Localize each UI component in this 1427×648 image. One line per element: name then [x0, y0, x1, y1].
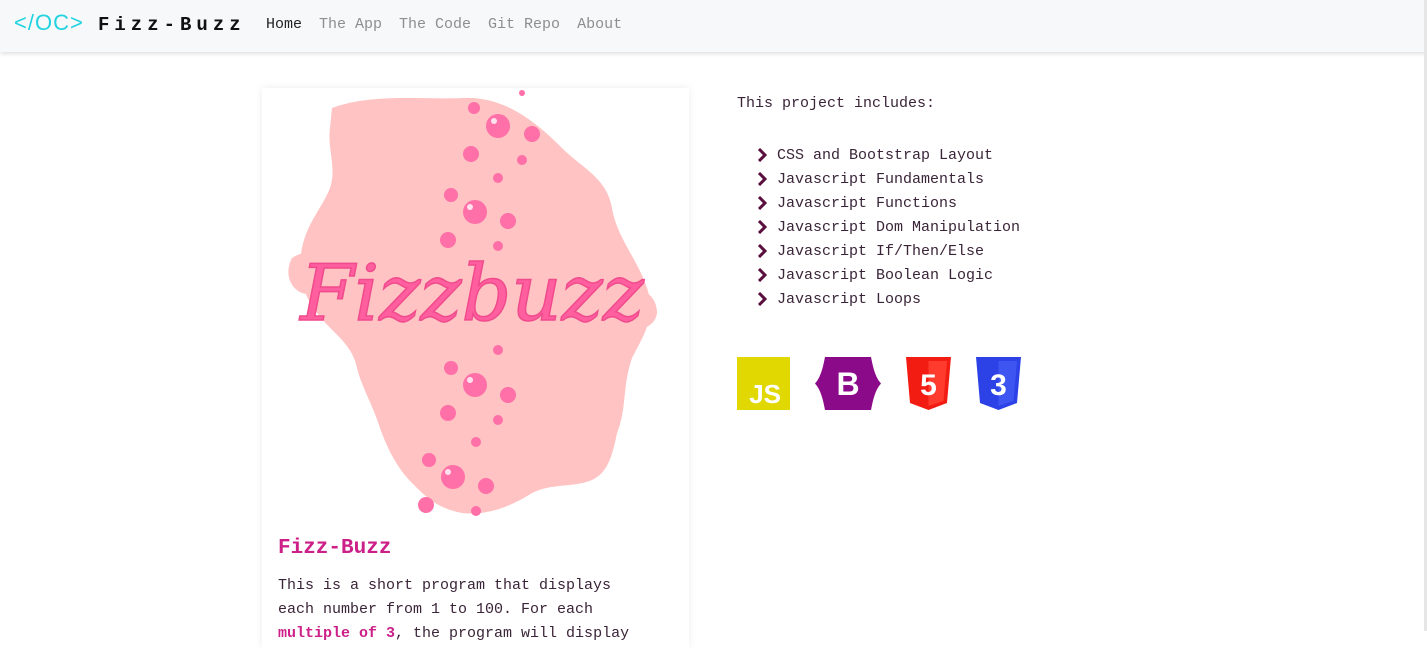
nav-home[interactable]: Home — [266, 16, 302, 33]
nav-the-app[interactable]: The App — [319, 16, 382, 33]
list-item: Javascript Loops — [755, 287, 1020, 311]
javascript-icon: JS — [737, 357, 790, 410]
chevron-right-icon — [757, 268, 768, 282]
svg-text:3: 3 — [990, 369, 1007, 402]
chevron-right-icon — [757, 196, 768, 210]
feature-label: CSS and Bootstrap Layout — [777, 146, 994, 164]
svg-text:5: 5 — [920, 369, 937, 402]
includes-heading: This project includes: — [737, 95, 936, 112]
list-item: Javascript Dom Manipulation — [755, 215, 1020, 239]
nav-links: Home The App The Code Git Repo About — [266, 16, 622, 33]
card-text-after: , the program will display — [395, 625, 630, 642]
bootstrap-icon: B — [815, 357, 881, 410]
chevron-right-icon — [757, 172, 768, 186]
card-title: Fizz-Buzz — [278, 537, 392, 560]
card-text-line-2: each number from 1 to 100. For each — [278, 601, 594, 618]
list-item: Javascript Boolean Logic — [755, 263, 1020, 287]
svg-text:B: B — [836, 366, 859, 402]
navbar: </OC> Fizz-Buzz Home The App The Code Gi… — [0, 0, 1427, 52]
card-text-highlight: multiple of 3 — [278, 625, 396, 642]
project-card: Fizzbuzz Fizz-Buzz This is a short progr… — [262, 88, 689, 648]
list-item: Javascript Fundamentals — [755, 167, 1020, 191]
chevron-right-icon — [757, 148, 768, 162]
feature-label: Javascript Loops — [777, 290, 922, 308]
card-description: This is a short program that displays ea… — [278, 574, 668, 646]
feature-label: Javascript Fundamentals — [777, 170, 985, 188]
list-item: Javascript If/Then/Else — [755, 239, 1020, 263]
chevron-right-icon — [757, 220, 768, 234]
card-text-line-1: This is a short program that displays — [278, 577, 612, 594]
brand-title[interactable]: Fizz-Buzz — [98, 14, 246, 36]
nav-the-code[interactable]: The Code — [399, 16, 471, 33]
feature-label: Javascript Dom Manipulation — [777, 218, 1021, 236]
feature-list: CSS and Bootstrap Layout Javascript Fund… — [755, 143, 1020, 311]
feature-label: Javascript Functions — [777, 194, 958, 212]
chevron-right-icon — [757, 244, 768, 258]
css3-icon: 3 — [976, 357, 1021, 410]
fizzbuzz-image: Fizzbuzz — [288, 90, 657, 516]
tech-icons: JS B 5 3 — [737, 357, 1021, 410]
feature-label: Javascript Boolean Logic — [777, 266, 994, 284]
list-item: Javascript Functions — [755, 191, 1020, 215]
logo[interactable]: </OC> — [14, 10, 84, 36]
nav-about[interactable]: About — [577, 16, 622, 33]
feature-label: Javascript If/Then/Else — [777, 242, 985, 260]
chevron-right-icon — [757, 292, 768, 306]
list-item: CSS and Bootstrap Layout — [755, 143, 1020, 167]
svg-text:JS: JS — [749, 379, 781, 409]
html5-icon: 5 — [906, 357, 951, 410]
nav-git-repo[interactable]: Git Repo — [488, 16, 560, 33]
fizzbuzz-image-text: Fizzbuzz — [298, 249, 645, 339]
